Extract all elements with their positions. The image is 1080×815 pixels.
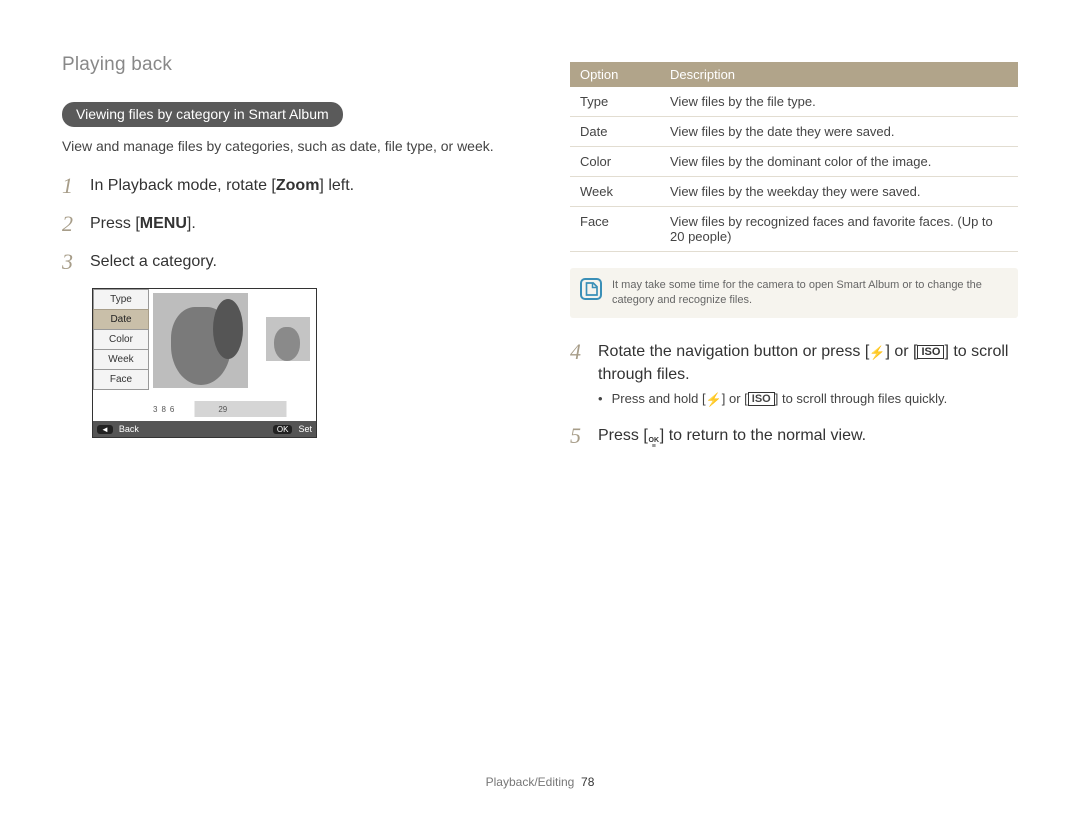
table-row: Face View files by recognized faces and … (570, 207, 1018, 252)
camera-menu-item: Face (93, 369, 149, 390)
intro-text: View and manage files by categories, suc… (62, 137, 510, 156)
cell-description: View files by the file type. (660, 87, 1018, 117)
step-text: In Playback mode, rotate [ (90, 177, 276, 194)
options-table: Option Description Type View files by th… (570, 62, 1018, 252)
substep-text: ] or [ (722, 391, 748, 406)
step-text: ] left. (319, 177, 354, 194)
step-4: 4 Rotate the navigation button or press … (570, 340, 1018, 410)
flash-icon: ⚡ (706, 391, 722, 410)
back-key-icon: ◄ (97, 425, 113, 434)
step-bold: Zoom (276, 177, 320, 194)
cell-description: View files by the date they were saved. (660, 117, 1018, 147)
preview-photo-large (153, 293, 248, 388)
ok-menu-icon: OK≡ (648, 438, 660, 450)
preview-photo-small (266, 317, 310, 361)
page-title: Playing back (62, 54, 510, 76)
camera-preview: 3 8 6 29 (149, 289, 316, 421)
step-text: Rotate the navigation button or press [ (598, 343, 869, 360)
step-text: ]. (187, 215, 196, 232)
substep-text: ] to scroll through files quickly. (775, 391, 947, 406)
camera-menu-item: Week (93, 349, 149, 369)
step-number: 2 (62, 212, 80, 236)
table-header-description: Description (660, 62, 1018, 87)
step-text: Press [ (598, 427, 648, 444)
back-label: Back (119, 424, 139, 434)
flash-icon: ⚡ (869, 344, 885, 363)
step-text: Press [ (90, 215, 140, 232)
cell-option: Type (570, 87, 660, 117)
cell-option: Week (570, 177, 660, 207)
camera-menu-item: Color (93, 329, 149, 349)
camera-menu-item: Type (93, 289, 149, 309)
note-icon (580, 278, 602, 300)
camera-menu: Type Date Color Week Face (93, 289, 149, 421)
note-text: It may take some time for the camera to … (612, 279, 982, 306)
iso-icon: ISO (748, 392, 775, 406)
step-2: 2 Press [MENU]. (62, 212, 510, 236)
table-row: Week View files by the weekday they were… (570, 177, 1018, 207)
camera-timeline: 3 8 6 29 (153, 401, 312, 417)
note-box: It may take some time for the camera to … (570, 268, 1018, 318)
step-5: 5 Press [OK≡] to return to the normal vi… (570, 424, 1018, 450)
section-pill: Viewing files by category in Smart Album (62, 102, 343, 127)
page-number: 78 (581, 775, 594, 789)
set-key-icon: OK (273, 425, 293, 434)
camera-menu-item-active: Date (93, 309, 149, 329)
table-row: Date View files by the date they were sa… (570, 117, 1018, 147)
step-text: ] or [ (885, 343, 917, 360)
set-label: Set (298, 424, 312, 434)
step-1: 1 In Playback mode, rotate [Zoom] left. (62, 174, 510, 198)
step-text: ] to return to the normal view. (660, 427, 866, 444)
step-number: 4 (570, 340, 588, 410)
cell-description: View files by recognized faces and favor… (660, 207, 1018, 252)
substep: • Press and hold [⚡] or [ISO] to scroll … (598, 390, 1018, 410)
cell-description: View files by the weekday they were save… (660, 177, 1018, 207)
step-number: 5 (570, 424, 588, 450)
iso-icon: ISO (917, 345, 944, 359)
table-row: Type View files by the file type. (570, 87, 1018, 117)
camera-bottom-bar: ◄ Back OK Set (93, 421, 316, 437)
cell-description: View files by the dominant color of the … (660, 147, 1018, 177)
cell-option: Color (570, 147, 660, 177)
footer-label: Playback/Editing (486, 775, 575, 789)
step-3: 3 Select a category. (62, 250, 510, 274)
camera-ui-figure: Type Date Color Week Face 3 8 6 29 (92, 288, 317, 438)
cell-option: Face (570, 207, 660, 252)
page-footer: Playback/Editing 78 (0, 775, 1080, 789)
step-bold: MENU (140, 215, 187, 232)
substep-text: Press and hold [ (612, 391, 706, 406)
step-text: Select a category. (90, 253, 217, 270)
table-row: Color View files by the dominant color o… (570, 147, 1018, 177)
step-number: 3 (62, 250, 80, 274)
table-header-option: Option (570, 62, 660, 87)
step-number: 1 (62, 174, 80, 198)
cell-option: Date (570, 117, 660, 147)
